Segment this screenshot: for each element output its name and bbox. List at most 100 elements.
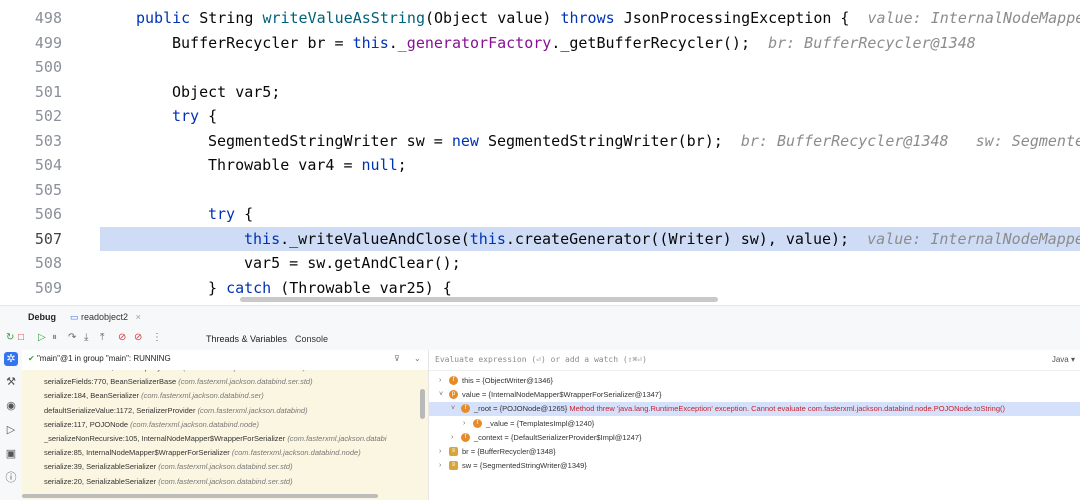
stack-frame[interactable]: serialize:184, BeanSerializer (com.faste… (44, 391, 264, 400)
line-number[interactable]: 502 (0, 104, 62, 129)
stack-frame[interactable]: _serializeNonRecursive:105, InternalNode… (44, 434, 387, 443)
code-line[interactable]: 499 BufferRecycler br = this._generatorFa… (0, 31, 1080, 56)
stack-frame[interactable]: defaultSerializeValue:1172, SerializerPr… (44, 406, 308, 415)
line-number[interactable]: 504 (0, 153, 62, 178)
stack-frame[interactable]: serialize:85, InternalNodeMapper$Wrapper… (44, 448, 361, 457)
rerun-icon[interactable]: ↻ (6, 333, 14, 343)
code-text: try { (208, 202, 253, 227)
code-line[interactable]: 505 (0, 178, 1080, 203)
code-text: try { (172, 104, 217, 129)
variable-text: sw = {SegmentedStringWriter@1349} (462, 461, 587, 471)
code-line[interactable]: 503 SegmentedStringWriter sw = new Segmen… (0, 129, 1080, 154)
step-into-icon[interactable]: ⤓ (84, 333, 88, 343)
code-line[interactable]: 508 var5 = sw.getAndClear(); (0, 251, 1080, 276)
language-selector[interactable]: Java ▾ (1052, 350, 1075, 370)
stack-frames-list[interactable]: serializeAsField:688, BeanPropertyWriter… (22, 370, 428, 500)
frames-vertical-scrollbar[interactable] (420, 389, 425, 419)
expand-chevron-icon[interactable]: › (463, 417, 465, 431)
build-icon[interactable]: ⚒ (4, 375, 18, 389)
code-line[interactable]: 500 (0, 55, 1080, 80)
stack-frame[interactable]: serialize:117, POJONode (com.fasterxml.j… (44, 420, 259, 429)
code-line[interactable]: 502 try { (0, 104, 1080, 129)
code-token: new (451, 131, 488, 150)
inline-debug-value: br: BufferRecycler@1348 sw: Segmente (740, 131, 1080, 150)
line-number[interactable]: 506 (0, 202, 62, 227)
evaluate-expression-field[interactable]: Evaluate expression (⏎) or add a watch (… (429, 350, 1080, 371)
step-out-icon[interactable]: ⤒ (100, 333, 104, 343)
variable-row[interactable]: › f _value = {TemplatesImpl@1240} (429, 417, 1080, 431)
code-line[interactable]: 506 try { (0, 202, 1080, 227)
line-number[interactable]: 508 (0, 251, 62, 276)
line-number[interactable]: 498 (0, 6, 62, 31)
code-line[interactable]: 498 public String writeValueAsString(Obje… (0, 6, 1080, 31)
tab-console[interactable]: Console (295, 328, 328, 350)
expand-chevron-icon[interactable]: › (451, 431, 453, 445)
variable-text: _root = {POJONode@1265} (474, 404, 568, 414)
thread-name: "main"@1 in group "main": RUNNING (36, 354, 171, 363)
stop-icon[interactable]: □ (18, 333, 24, 343)
code-editor[interactable]: 498 public String writeValueAsString(Obje… (0, 0, 1080, 305)
stack-frame[interactable]: serialize:20, SerializableSerializer (co… (44, 477, 293, 486)
collapse-chevron-icon[interactable]: ˅ (451, 402, 455, 416)
variable-row[interactable]: › ≡ br = {BufferRecycler@1348} (429, 445, 1080, 459)
field-err-icon: f (461, 432, 470, 442)
view-breakpoints-icon[interactable]: ⊘ (118, 333, 126, 343)
line-number[interactable]: 501 (0, 80, 62, 105)
services-icon[interactable]: ◉ (4, 399, 18, 413)
collapse-chevron-icon[interactable]: ˅ (439, 388, 443, 402)
more-icon[interactable]: ⋮ (152, 333, 162, 343)
code-line[interactable]: 501 Object var5; (0, 80, 1080, 105)
code-text: BufferRecycler br = this._generatorFacto… (172, 31, 976, 56)
code-token: SegmentedStringWriter(br); (487, 131, 741, 150)
debug-icon[interactable]: ✲ (4, 352, 18, 366)
code-text: SegmentedStringWriter sw = new Segmented… (208, 129, 1080, 154)
stack-frame[interactable]: serializeFields:770, BeanSerializerBase … (44, 377, 313, 386)
terminal-icon[interactable]: ▣ (4, 447, 18, 461)
line-number[interactable]: 509 (0, 276, 62, 301)
run-config-tab[interactable]: ▭ readobject2 × (70, 312, 141, 323)
thread-selector[interactable]: ✔ "main"@1 in group "main": RUNNING ⊽ ⌄ (22, 350, 428, 368)
frame-package: (com.fasterxml.jackson.databind.ser) (183, 370, 306, 372)
mute-breakpoints-icon[interactable]: ⊘ (134, 333, 142, 343)
variable-row[interactable]: › f _context = {DefaultSerializerProvider$… (429, 431, 1080, 445)
filter-icon[interactable]: ⊽ (394, 350, 400, 368)
code-line[interactable]: 504 Throwable var4 = null; (0, 153, 1080, 178)
variable-value: value = {InternalNodeMapper$WrapperForSe… (462, 388, 661, 402)
inline-debug-value: br: BufferRecycler@1348 (768, 33, 976, 52)
run-icon[interactable]: ▷ (4, 423, 18, 437)
variable-value: _value = {TemplatesImpl@1240} (486, 417, 594, 431)
pause-icon[interactable]: ⏸ (52, 333, 57, 343)
variable-row[interactable]: ˅ p value = {InternalNodeMapper$WrapperFor… (429, 388, 1080, 402)
expand-chevron-icon[interactable]: › (439, 445, 441, 459)
line-number[interactable]: 503 (0, 129, 62, 154)
tab-threads-variables[interactable]: Threads & Variables (200, 328, 293, 352)
code-token: null (361, 156, 398, 174)
frames-panel: ✔ "main"@1 in group "main": RUNNING ⊽ ⌄ … (22, 350, 428, 500)
frame-method: serializeFields:770, BeanSerializerBase (44, 377, 179, 387)
stack-frame[interactable]: serializeAsField:688, BeanPropertyWriter… (44, 370, 306, 372)
code-token: try (208, 205, 245, 223)
variable-row[interactable]: › f this = {ObjectWriter@1346} (429, 374, 1080, 388)
step-over-icon[interactable]: ↷ (68, 333, 76, 343)
close-icon[interactable]: × (136, 312, 141, 322)
variable-row[interactable]: › ≡ sw = {SegmentedStringWriter@1349} (429, 459, 1080, 473)
line-number[interactable]: 507 (0, 227, 62, 252)
debug-tool-window-header: Debug ▭ readobject2 × (0, 305, 1080, 328)
stack-frame[interactable]: serialize:39, SerializableSerializer (co… (44, 462, 293, 471)
debug-side-toolbar: ✲ ⚒ ◉ ▷ ▣ ⓘ (0, 350, 23, 500)
line-number[interactable]: 505 (0, 178, 62, 203)
variable-row[interactable]: ˅ f _root = {POJONode@1265} Method threw '… (429, 402, 1080, 417)
editor-horizontal-scrollbar[interactable] (240, 297, 718, 302)
frames-horizontal-scrollbar[interactable] (22, 494, 378, 498)
line-number[interactable]: 500 (0, 55, 62, 80)
current-execution-line[interactable]: 507 this._writeValueAndClose(this.createG… (0, 226, 1080, 252)
resume-icon[interactable]: ▷ (38, 333, 46, 343)
expand-chevron-icon[interactable]: › (439, 459, 441, 473)
param-icon: p (449, 390, 458, 400)
variable-value: _context = {DefaultSerializerProvider$Im… (474, 431, 642, 445)
code-token: catch (226, 278, 281, 297)
problems-icon[interactable]: ⓘ (4, 471, 18, 485)
expand-chevron-icon[interactable]: › (439, 374, 441, 388)
chevron-down-icon[interactable]: ⌄ (414, 350, 421, 368)
line-number[interactable]: 499 (0, 31, 62, 56)
